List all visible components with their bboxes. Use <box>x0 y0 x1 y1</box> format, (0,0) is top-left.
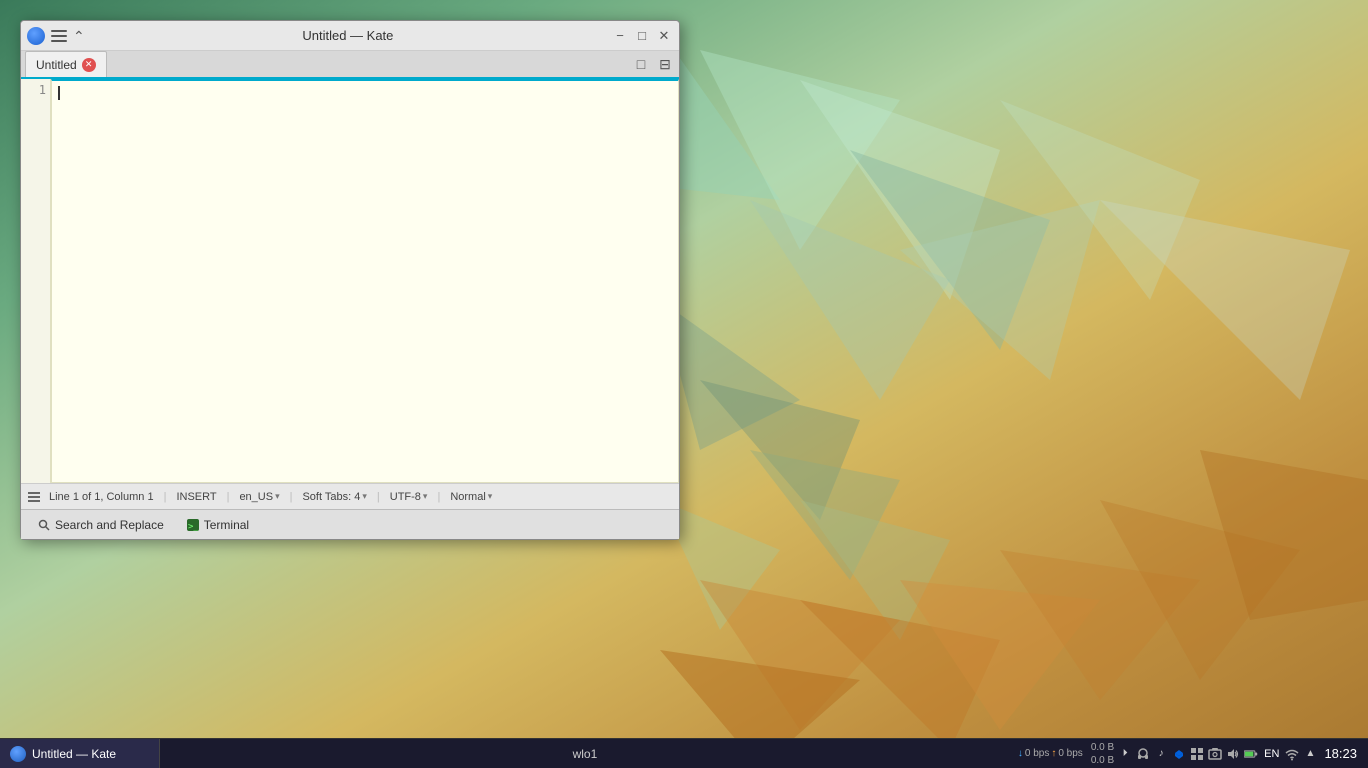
data-up-value: 0.0 B <box>1091 755 1114 766</box>
line-numbers: 1 <box>21 79 51 483</box>
status-highlight-dropdown[interactable]: Normal <box>450 491 492 503</box>
status-divider-5: | <box>437 491 440 503</box>
window-controls: − □ ✕ <box>611 27 673 45</box>
search-replace-label: Search and Replace <box>55 518 164 532</box>
keyboard-locale[interactable]: EN <box>1262 748 1281 760</box>
status-locale-dropdown[interactable]: en_US <box>239 491 279 503</box>
search-icon <box>37 518 51 532</box>
status-bar: Line 1 of 1, Column 1 | INSERT | en_US |… <box>21 483 679 509</box>
kate-logo-icon <box>27 27 45 45</box>
taskbar-right: ↓ 0 bps ↑ 0 bps 0.0 B 0.0 B ⏵ ♪ EN <box>1010 739 1368 768</box>
status-highlight: Normal <box>450 491 485 503</box>
taskbar-center: wlo1 <box>160 747 1010 761</box>
window-title: Untitled — Kate <box>85 28 611 43</box>
grid-icon[interactable] <box>1190 747 1204 761</box>
status-divider-4: | <box>377 491 380 503</box>
taskbar: Untitled — Kate wlo1 ↓ 0 bps ↑ 0 bps 0.0… <box>0 738 1368 768</box>
status-locale: en_US <box>239 491 273 503</box>
wifi-icon[interactable] <box>1285 747 1299 761</box>
music-icon[interactable]: ♪ <box>1154 747 1168 761</box>
taskbar-clock: 18:23 <box>1321 746 1360 761</box>
network-data: 0.0 B 0.0 B <box>1091 742 1114 766</box>
audio-player-icon[interactable]: ⏵ <box>1118 747 1132 761</box>
minimize-button[interactable]: − <box>611 27 629 45</box>
status-encoding: UTF-8 <box>390 491 421 503</box>
status-divider-2: | <box>227 491 230 503</box>
data-down-value: 0.0 B <box>1091 742 1114 753</box>
tab-untitled[interactable]: Untitled ✕ <box>25 51 107 77</box>
editor-cursor <box>58 86 60 100</box>
speed-down-value: 0 bps <box>1025 748 1049 759</box>
bottom-panel: Search and Replace >_ Terminal <box>21 509 679 539</box>
title-bar-left: ⌃ <box>27 27 85 45</box>
speed-down-icon: ↓ <box>1018 748 1023 759</box>
terminal-icon: >_ <box>186 518 200 532</box>
status-divider-1: | <box>164 491 167 503</box>
status-encoding-dropdown[interactable]: UTF-8 <box>390 491 428 503</box>
tab-bar: Untitled ✕ □ ⊟ <box>21 51 679 79</box>
system-tray-arrow[interactable]: ▲ <box>1303 747 1317 761</box>
chevron-up-icon[interactable]: ⌃ <box>73 29 85 43</box>
title-bar: ⌃ Untitled — Kate − □ ✕ <box>21 21 679 51</box>
status-lines-icon[interactable] <box>27 490 41 504</box>
status-position: Line 1 of 1, Column 1 <box>49 491 154 503</box>
hamburger-menu-icon[interactable] <box>51 28 67 44</box>
status-indent: Soft Tabs: 4 <box>302 491 360 503</box>
status-mode: INSERT <box>176 491 216 503</box>
status-divider-3: | <box>290 491 293 503</box>
tab-label: Untitled <box>36 58 77 72</box>
maximize-button[interactable]: □ <box>633 27 651 45</box>
status-indent-dropdown[interactable]: Soft Tabs: 4 <box>302 491 366 503</box>
dropbox-icon[interactable] <box>1172 747 1186 761</box>
taskbar-kate-icon <box>10 746 26 762</box>
editor-area: 1 <box>21 79 679 483</box>
close-button[interactable]: ✕ <box>655 27 673 45</box>
network-interface-label: wlo1 <box>573 747 598 761</box>
line-number-1: 1 <box>25 83 46 97</box>
terminal-tab[interactable]: >_ Terminal <box>176 515 259 535</box>
terminal-label: Terminal <box>204 518 249 532</box>
svg-text:>_: >_ <box>188 522 199 531</box>
tab-bar-right: □ ⊟ <box>631 54 675 74</box>
tab-close-button[interactable]: ✕ <box>82 58 96 72</box>
speed-up-value: 0 bps <box>1058 748 1082 759</box>
editor-content[interactable] <box>51 79 679 483</box>
speed-up-icon: ↑ <box>1051 748 1056 759</box>
headphone-icon[interactable] <box>1136 747 1150 761</box>
kate-window: ⌃ Untitled — Kate − □ ✕ Untitled ✕ □ ⊟ 1 <box>20 20 680 540</box>
volume-icon[interactable] <box>1226 747 1240 761</box>
search-replace-tab[interactable]: Search and Replace <box>27 515 174 535</box>
screenshot-icon[interactable] <box>1208 747 1222 761</box>
battery-icon[interactable] <box>1244 747 1258 761</box>
taskbar-app-label: Untitled — Kate <box>32 747 116 761</box>
split-view-button[interactable]: ⊟ <box>655 54 675 74</box>
new-file-button[interactable]: □ <box>631 54 651 74</box>
taskbar-app-kate[interactable]: Untitled — Kate <box>0 739 160 768</box>
network-speed: ↓ 0 bps ↑ 0 bps <box>1018 748 1083 759</box>
